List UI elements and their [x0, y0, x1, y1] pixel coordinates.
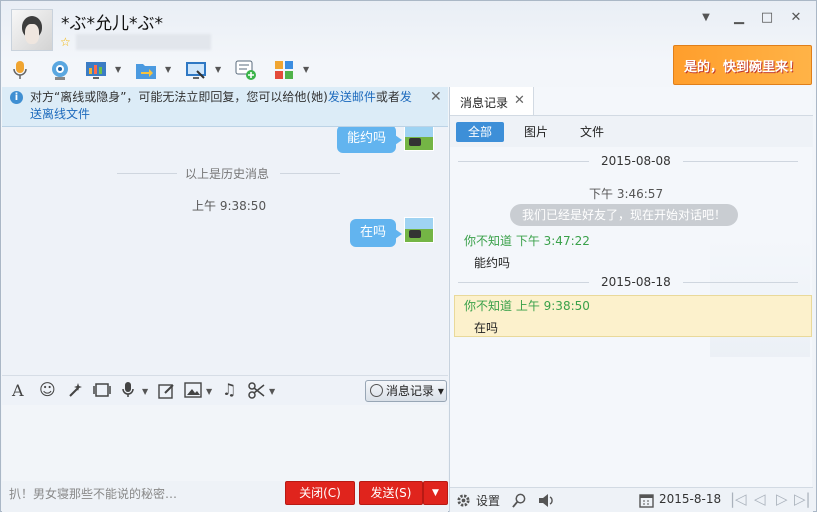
voice-message-icon[interactable]: [121, 381, 135, 398]
message-record-button[interactable]: 消息记录 ▾: [365, 380, 447, 402]
close-button[interactable]: 关闭(C): [285, 481, 355, 505]
monitor-chart-icon: [86, 62, 106, 79]
contact-name[interactable]: *ぶ*允儿*ぶ*: [61, 9, 163, 34]
input-toolbar: A ☺ ▼ ▼ ♫ ▼ 消息记录 ▾: [2, 375, 448, 405]
font-icon[interactable]: A: [12, 381, 24, 400]
message-area: 能约吗 以上是历史消息 上午 9:38:50 在吗: [2, 127, 448, 375]
record-date: 2015-08-08: [589, 154, 683, 168]
chevron-down-icon[interactable]: ▼: [303, 65, 309, 74]
message-input[interactable]: [2, 405, 448, 481]
scissors-icon[interactable]: [248, 382, 265, 399]
filter-all[interactable]: 全部: [456, 122, 504, 142]
microphone-icon: [13, 61, 27, 79]
star-icon: ☆: [60, 35, 71, 49]
message-time: 上午 9:38:50: [192, 199, 267, 213]
record-date: 2015-08-18: [589, 275, 683, 289]
record-time: 下午 3:46:57: [589, 187, 664, 201]
tab-label: 消息记录: [460, 96, 509, 110]
avatar[interactable]: [404, 217, 434, 243]
close-icon[interactable]: ✕: [514, 93, 525, 108]
offline-notice: i 对方“离线或隐身”，可能无法立即回复，您可以给他(她)发送邮件或者发送离线文…: [2, 87, 448, 127]
close-window-button[interactable]: ✕: [787, 9, 805, 27]
send-button[interactable]: 发送(S): [359, 481, 423, 505]
gear-icon[interactable]: [456, 493, 471, 508]
restore-button[interactable]: □: [758, 9, 776, 27]
screen-share-icon: [186, 62, 206, 79]
emoji-icon[interactable]: ☺: [39, 380, 56, 399]
avatar[interactable]: [404, 127, 434, 151]
message-record-panel: 消息记录 ✕ 全部 图片 文件 2015-08-08 下午 3:46:57 我们…: [449, 87, 813, 512]
divider: [117, 173, 177, 174]
minimize-button[interactable]: ▁: [730, 9, 748, 27]
record-text[interactable]: 能约吗: [474, 254, 510, 271]
send-file-button[interactable]: ▼: [135, 57, 175, 83]
info-icon: i: [10, 91, 23, 104]
screen-share-button[interactable]: ▼: [185, 57, 225, 83]
message-bubble[interactable]: 在吗: [350, 219, 403, 247]
ad-banner[interactable]: 是的，快到碗里来！: [673, 45, 812, 85]
next-page-icon[interactable]: ▷: [776, 490, 788, 508]
apps-grid-icon: [275, 61, 293, 79]
image-icon[interactable]: [184, 382, 202, 398]
chat-add-icon: [235, 60, 256, 80]
notice-text-before: 对方“离线或隐身”，可能无法立即回复，您可以给他(她): [30, 90, 328, 104]
tab-message-record[interactable]: 消息记录 ✕: [450, 87, 534, 115]
edit-icon[interactable]: [158, 382, 175, 399]
remote-desktop-button[interactable]: ▼: [85, 57, 125, 83]
history-label: 以上是历史消息: [185, 167, 270, 181]
bottom-bar: 扒！男女寝那些不能说的秘密… 关闭(C) 发送(S) ▼: [2, 481, 448, 512]
webcam-icon: [52, 61, 68, 80]
settings-label[interactable]: 设置: [476, 492, 500, 509]
menu-icon[interactable]: ▼: [697, 9, 715, 27]
notice-text: 对方“离线或隐身”，可能无法立即回复，您可以给他(她)发送邮件或者发送离线文件: [30, 89, 420, 123]
send-options-button[interactable]: ▼: [423, 481, 448, 505]
calendar-icon[interactable]: [639, 493, 654, 508]
clock-icon: [370, 384, 383, 397]
system-message: 我们已经是好友了，现在开始对话吧！: [510, 204, 739, 226]
apps-button[interactable]: ▼: [273, 57, 313, 83]
filter-images[interactable]: 图片: [514, 122, 558, 142]
chevron-down-icon[interactable]: ▼: [165, 65, 171, 74]
record-sender: 你不知道 下午 3:47:22: [464, 234, 590, 248]
ad-text: 是的，快到碗里来！: [684, 60, 802, 75]
search-icon[interactable]: [512, 493, 527, 508]
filter-files[interactable]: 文件: [570, 122, 614, 142]
video-clip-icon[interactable]: [93, 382, 111, 398]
news-tip[interactable]: 扒！男女寝那些不能说的秘密…: [9, 485, 177, 502]
signature-blurred: [76, 34, 211, 50]
prev-page-icon[interactable]: ◁: [754, 490, 766, 508]
notice-text-mid: 或者: [375, 90, 400, 104]
message-record-label: 消息记录: [386, 384, 435, 398]
divider: [280, 173, 340, 174]
record-text[interactable]: 在吗: [474, 319, 498, 336]
music-icon[interactable]: ♫: [222, 380, 236, 399]
chevron-down-icon[interactable]: ▼: [142, 387, 148, 396]
contact-avatar[interactable]: [11, 9, 53, 51]
message-bubble[interactable]: 能约吗: [337, 127, 403, 153]
last-page-icon[interactable]: ▷|: [794, 490, 811, 508]
record-footer: 设置 2015-8-18 |◁ ◁ ▷ ▷|: [450, 487, 813, 512]
send-email-link[interactable]: 发送邮件: [328, 90, 376, 104]
speaker-icon[interactable]: [538, 493, 554, 508]
chevron-down-icon[interactable]: ▼: [206, 387, 212, 396]
first-page-icon[interactable]: |◁: [730, 490, 747, 508]
chat-window: *ぶ*允儿*ぶ* ☆ ▼ ▁ □ ✕ ▼ ▼ ▼ ▼ 是的，快到碗里来！ i 对…: [0, 0, 817, 512]
chevron-down-icon[interactable]: ▼: [269, 387, 275, 396]
record-date-picker[interactable]: 2015-8-18: [659, 492, 721, 506]
chevron-down-icon[interactable]: ▼: [215, 65, 221, 74]
record-sender: 你不知道 上午 9:38:50: [464, 299, 590, 313]
close-icon[interactable]: ✕: [430, 89, 442, 105]
chevron-down-icon[interactable]: ▼: [115, 65, 121, 74]
folder-arrow-icon: [136, 64, 156, 79]
magic-wand-icon[interactable]: [67, 382, 83, 398]
record-filters: 全部 图片 文件: [450, 115, 813, 147]
chevron-down-icon: ▾: [437, 384, 444, 398]
